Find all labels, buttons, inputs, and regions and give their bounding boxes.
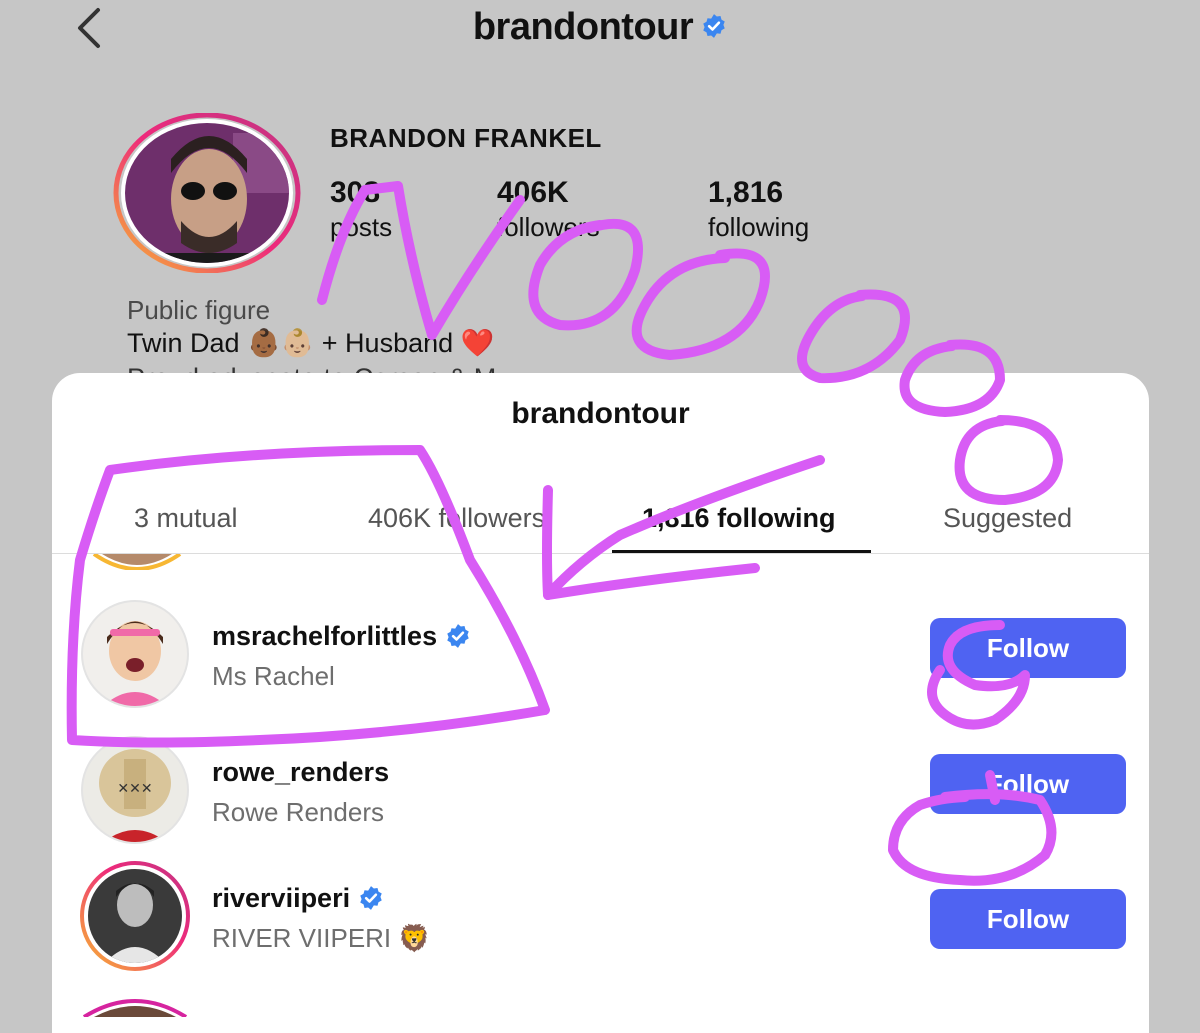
posts-label: posts [330,212,393,242]
header-username: brandontour [472,6,694,48]
followers-count: 406K [497,176,569,209]
followers-label: followers [497,212,600,242]
tab-followers[interactable]: 406K followers [368,503,545,534]
connections-tabs: 3 mutual 406K followers 1,816 following … [52,493,1149,554]
following-label: following [708,212,810,242]
list-item-username[interactable]: rowe_renders [212,757,389,788]
list-item-avatar-partial [82,999,188,1017]
profile-display-name: BRANDON FRANKEL [330,123,602,153]
top-bar: brandontour [0,0,1200,60]
avatar[interactable]: ✕✕✕ [80,735,190,845]
follow-button[interactable]: Follow [930,889,1126,949]
list-item[interactable]: ✕✕✕ rowe_renders Rowe Renders Follow [52,735,1149,855]
list-item-username[interactable]: msrachelforlittles [212,621,471,652]
tab-following[interactable]: 1,816 following [642,503,836,534]
list-item-full-name: RIVER VIIPERI 🦁 [212,923,431,953]
sheet-title: brandontour [511,397,690,430]
verified-badge-icon [703,14,725,38]
following-count: 1,816 [708,176,784,209]
list-item-full-name: Rowe Renders [212,797,384,827]
profile-bio-line-1: Twin Dad 👶🏾👶🏼 + Husband ❤️ [127,328,495,358]
list-item-username[interactable]: riverviiperi [212,883,384,914]
avatar[interactable] [80,861,190,971]
username-text: msrachelforlittles [212,621,438,651]
following-stat[interactable]: 1,816 following [708,176,809,243]
avatar[interactable] [80,599,190,709]
list-item[interactable]: msrachelforlittles Ms Rachel Follow [52,599,1149,719]
profile-category: Public figure [127,295,271,325]
verified-badge-icon [360,885,382,910]
active-tab-indicator [612,550,871,553]
follow-button[interactable]: Follow [930,754,1126,814]
list-item[interactable]: riverviiperi RIVER VIIPERI 🦁 Follow [52,861,1149,981]
posts-stat[interactable]: 308 posts [330,176,392,243]
verified-badge-icon [447,623,469,648]
tab-suggested[interactable]: Suggested [943,503,1072,534]
posts-count: 308 [330,176,381,209]
list-item-avatar-partial [92,554,182,570]
username-text: riverviiperi [212,883,351,913]
profile-avatar[interactable] [113,113,301,273]
profile-username-header: brandontour [0,6,1200,49]
username-text: rowe_renders [212,757,390,787]
followers-stat[interactable]: 406K followers [497,176,600,243]
tab-mutual[interactable]: 3 mutual [134,503,238,534]
svg-text:✕✕✕: ✕✕✕ [117,781,152,797]
list-item-full-name: Ms Rachel [212,661,335,691]
follow-button[interactable]: Follow [930,618,1126,678]
connections-sheet: brandontour 3 mutual 406K followers 1,81… [52,373,1149,1033]
